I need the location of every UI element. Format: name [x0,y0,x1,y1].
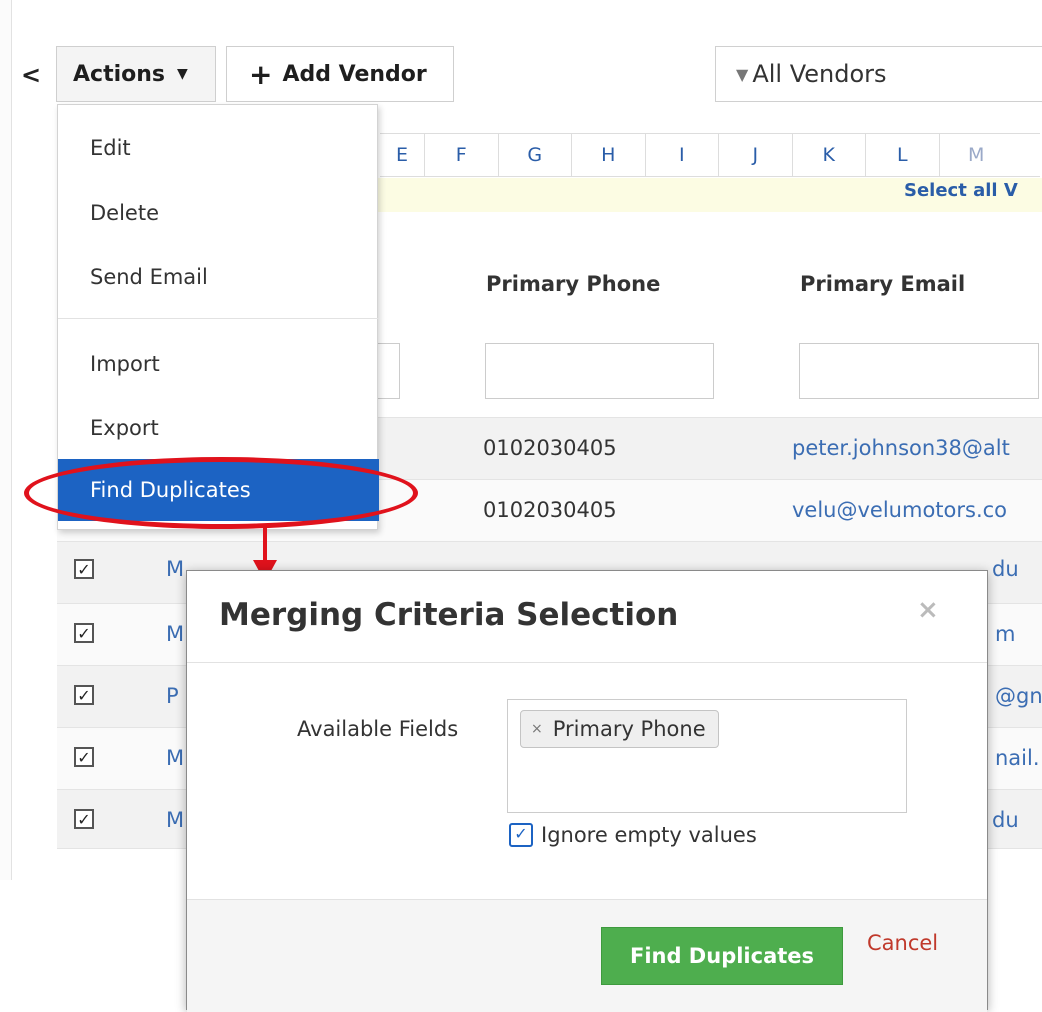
alpha-letter[interactable]: L [866,134,940,176]
row-checkbox[interactable]: ✓ [74,747,94,767]
email-cell[interactable]: m [995,622,1015,646]
phone-filter-input[interactable] [485,343,714,399]
dialog-footer [187,899,987,1012]
column-header-primary-email[interactable]: Primary Email [800,272,965,296]
plus-icon: + [249,57,273,91]
collapse-sidebar-button[interactable]: < [16,60,46,90]
available-fields-label: Available Fields [297,717,459,741]
email-cell[interactable]: nail. [995,746,1040,770]
row-checkbox[interactable]: ✓ [74,685,94,705]
alpha-letter[interactable]: E [380,134,425,176]
menu-item-delete[interactable]: Delete [58,188,379,238]
select-all-link[interactable]: Select all V [904,180,1018,201]
left-panel-edge [0,0,12,880]
alpha-letter[interactable]: K [793,134,866,176]
alpha-letter[interactable]: J [719,134,793,176]
phone-cell: 0102030405 [483,498,617,522]
actions-dropdown-button[interactable]: Actions ▼ [56,46,216,102]
column-header-primary-phone[interactable]: Primary Phone [486,272,660,296]
annotation-ellipse [24,457,418,529]
actions-label: Actions [73,61,165,87]
email-cell[interactable]: peter.johnson38@alt [792,436,1042,460]
remove-tag-icon[interactable]: × [531,721,543,737]
alpha-letter[interactable]: F [425,134,499,176]
dialog-title: Merging Criteria Selection [219,597,679,633]
menu-item-export[interactable]: Export [58,403,379,453]
menu-item-import[interactable]: Import [58,339,379,389]
field-tag-label: Primary Phone [552,717,706,741]
phone-cell: 0102030405 [483,436,617,460]
merging-criteria-dialog: Merging Criteria Selection × Available F… [186,570,988,1012]
email-cell[interactable]: velu@velumotors.co [792,498,1042,522]
cancel-link[interactable]: Cancel [867,931,938,955]
alpha-letter[interactable]: G [499,134,572,176]
name-cell[interactable]: M [166,808,184,832]
name-cell[interactable]: M [166,622,184,646]
vendor-filter-value: All Vendors [752,60,887,88]
email-cell[interactable]: du [992,808,1019,832]
alpha-letter[interactable]: H [572,134,646,176]
close-icon[interactable]: × [917,595,939,625]
add-vendor-button[interactable]: + Add Vendor [226,46,454,102]
alphabet-filter: E F G H I J K L M [380,133,1040,177]
add-vendor-label: Add Vendor [282,61,427,87]
email-cell[interactable]: @gn [995,684,1042,708]
vendor-filter-select[interactable]: ▼ All Vendors [715,46,1042,102]
row-checkbox[interactable]: ✓ [74,623,94,643]
alpha-letter[interactable]: I [646,134,719,176]
name-cell[interactable]: M [166,746,184,770]
ignore-empty-values-checkbox[interactable]: ✓ Ignore empty values [509,823,757,847]
email-filter-input[interactable] [799,343,1039,399]
chevron-down-icon: ▼ [177,66,188,82]
ignore-empty-values-label: Ignore empty values [541,823,757,847]
name-cell[interactable]: M [166,557,184,581]
menu-item-send-email[interactable]: Send Email [58,252,379,302]
alpha-letter[interactable]: M [940,134,1014,176]
menu-item-edit[interactable]: Edit [58,123,379,173]
field-tag-primary-phone[interactable]: × Primary Phone [520,710,719,748]
dialog-header-divider [187,662,987,663]
row-checkbox[interactable]: ✓ [74,559,94,579]
menu-divider [58,318,379,319]
available-fields-multiselect[interactable]: × Primary Phone [507,699,907,813]
row-checkbox[interactable]: ✓ [74,809,94,829]
checkbox-checked-icon[interactable]: ✓ [509,823,533,847]
name-cell[interactable]: P [166,684,179,708]
email-cell[interactable]: du [992,557,1019,581]
filter-icon: ▼ [736,64,749,84]
find-duplicates-button[interactable]: Find Duplicates [601,927,843,985]
